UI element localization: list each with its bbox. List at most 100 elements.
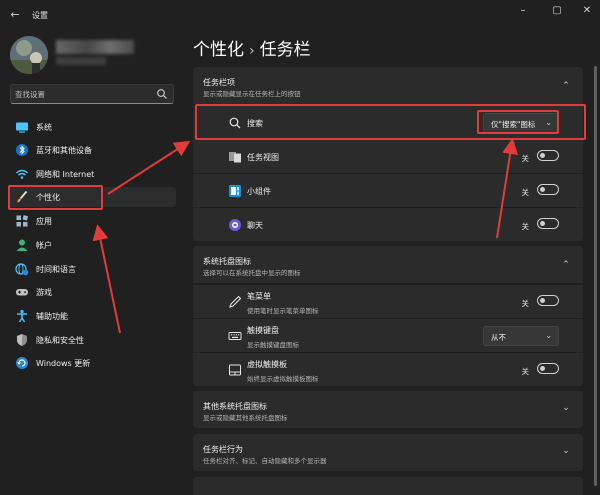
- widgets-toggle[interactable]: [537, 184, 559, 195]
- toggle-state-label: 关: [521, 188, 530, 197]
- section-partial: [193, 477, 583, 495]
- back-arrow-icon[interactable]: ←: [8, 8, 22, 22]
- person-icon: [16, 239, 28, 251]
- globe-clock-icon: [15, 263, 29, 276]
- sidebar-item-windows-update[interactable]: Windows 更新: [8, 353, 176, 373]
- chevron-up-icon[interactable]: ⌃: [561, 260, 571, 270]
- sidebar-item-label: Windows 更新: [36, 359, 91, 368]
- sidebar-item-network[interactable]: 网络和 Internet: [8, 164, 176, 184]
- row-label: 笔菜单: [247, 292, 271, 301]
- search-input[interactable]: [15, 88, 155, 100]
- toggle-state-label: 关: [521, 222, 530, 231]
- virtual-touchpad-toggle[interactable]: [537, 363, 559, 374]
- dropdown-value: 从不: [491, 333, 506, 342]
- row-virtual-touchpad: 虚拟触摸板 始终显示虚拟触摸板图标 关: [193, 352, 583, 386]
- sidebar-item-accessibility[interactable]: 辅助功能: [8, 306, 176, 326]
- section-taskbar-items[interactable]: 任务栏项 显示或隐藏显示在任务栏上的按钮 ⌃: [193, 67, 583, 104]
- chevron-down-icon: ⌄: [545, 331, 552, 340]
- keyboard-icon: [228, 332, 242, 340]
- dropdown-value: 仅"搜索"图标: [491, 120, 536, 129]
- section-subtitle: 选择可以在系统托盘中显示的图标: [203, 269, 301, 277]
- sidebar-item-label: 应用: [36, 217, 52, 226]
- breadcrumb-parent[interactable]: 个性化: [193, 40, 244, 60]
- section-title: 其他系统托盘图标: [203, 402, 267, 411]
- sidebar-item-privacy[interactable]: 隐私和安全性: [8, 330, 176, 350]
- touch-keyboard-dropdown[interactable]: 从不 ⌄: [483, 326, 559, 346]
- chevron-down-icon[interactable]: ⌄: [561, 446, 571, 456]
- sidebar-item-accounts[interactable]: 帐户: [8, 235, 176, 255]
- brush-icon: [17, 190, 28, 203]
- pen-menu-toggle[interactable]: [537, 295, 559, 306]
- gamepad-icon: [16, 289, 28, 296]
- scrollbar[interactable]: [594, 66, 597, 486]
- section-subtitle: 任务栏对齐、标记、自动隐藏和多个显示器: [203, 457, 327, 465]
- sidebar-item-label: 系统: [36, 123, 52, 132]
- toggle-state-label: 关: [521, 299, 530, 308]
- section-tray-icons[interactable]: 系统托盘图标 选择可以在系统托盘中显示的图标 ⌃: [193, 246, 583, 283]
- avatar[interactable]: [10, 36, 48, 74]
- apps-icon: [16, 215, 29, 227]
- sidebar-item-apps[interactable]: 应用: [8, 211, 176, 231]
- search-mode-dropdown[interactable]: 仅"搜索"图标 ⌄: [483, 113, 559, 133]
- section-subtitle: 显示或隐藏显示在任务栏上的按钮: [203, 90, 301, 98]
- row-pen-menu: 笔菜单 使用笔时显示笔菜单图标 关: [193, 284, 583, 318]
- section-taskbar-behaviors[interactable]: 任务栏行为 任务栏对齐、标记、自动隐藏和多个显示器 ⌄: [193, 434, 583, 471]
- app-title: 设置: [32, 11, 48, 20]
- chat-toggle[interactable]: [537, 218, 559, 229]
- pen-menu-toggle-wrap: 关: [499, 295, 559, 309]
- chat-toggle-wrap: 关: [499, 218, 559, 232]
- sidebar-item-gaming[interactable]: 游戏: [8, 282, 176, 302]
- chat-icon: [229, 219, 241, 231]
- avatar-image: [10, 36, 48, 74]
- section-subtitle: 显示或隐藏其他系统托盘图标: [203, 414, 288, 422]
- sidebar-item-label: 时间和语言: [36, 265, 76, 274]
- section-title: 系统托盘图标: [203, 257, 251, 266]
- row-label: 任务视图: [247, 153, 279, 162]
- section-title: 任务栏行为: [203, 445, 243, 454]
- chevron-down-icon: ⌄: [545, 118, 552, 127]
- task-view-icon: [229, 152, 241, 163]
- section-title: 任务栏项: [203, 78, 235, 87]
- sidebar-item-label: 隐私和安全性: [36, 336, 84, 345]
- chevron-down-icon[interactable]: ⌄: [561, 403, 571, 413]
- shield-icon: [17, 334, 27, 346]
- row-description: 始终显示虚拟触摸板图标: [247, 375, 319, 383]
- settings-search[interactable]: [10, 84, 174, 104]
- section-other-tray-icons[interactable]: 其他系统托盘图标 显示或隐藏其他系统托盘图标 ⌄: [193, 391, 583, 428]
- row-label: 虚拟触摸板: [247, 360, 287, 369]
- breadcrumb-separator: ›: [249, 43, 255, 59]
- search-icon[interactable]: [156, 88, 168, 100]
- close-icon[interactable]: ✕: [576, 4, 598, 18]
- touchpad-icon: [229, 364, 241, 376]
- sidebar-item-personalization[interactable]: 个性化: [8, 187, 176, 207]
- monitor-icon: [16, 122, 28, 133]
- row-label: 聊天: [247, 221, 263, 230]
- row-label: 搜索: [247, 119, 263, 128]
- task-view-toggle[interactable]: [537, 150, 559, 161]
- accessibility-icon: [17, 309, 27, 323]
- row-task-view: 任务视图 关: [193, 139, 583, 173]
- row-description: 使用笔时显示笔菜单图标: [247, 307, 319, 315]
- maximize-icon[interactable]: ▢: [546, 4, 568, 18]
- minimize-icon[interactable]: –: [512, 4, 534, 18]
- row-label: 触摸键盘: [247, 326, 279, 335]
- wifi-icon: [15, 169, 29, 179]
- toggle-state-label: 关: [521, 154, 530, 163]
- toggle-state-label: 关: [521, 367, 530, 376]
- row-widgets: 小组件 关: [193, 173, 583, 207]
- sidebar: 系统 蓝牙和其他设备 网络和 Internet 个性化 应用 帐户 时间和语言 …: [0, 30, 186, 495]
- title-bar: ← 设置 – ▢ ✕: [0, 0, 600, 30]
- row-chat: 聊天 关: [193, 207, 583, 241]
- widgets-icon: [229, 185, 241, 197]
- sidebar-item-system[interactable]: 系统: [8, 117, 176, 137]
- sidebar-item-label: 网络和 Internet: [36, 170, 95, 179]
- sidebar-item-label: 蓝牙和其他设备: [36, 146, 92, 155]
- sidebar-item-label: 游戏: [36, 288, 52, 297]
- breadcrumb: 个性化 › 任务栏: [193, 35, 311, 60]
- username-redacted: [56, 40, 134, 54]
- chevron-up-icon[interactable]: ⌃: [561, 81, 571, 91]
- sidebar-item-time-language[interactable]: 时间和语言: [8, 259, 176, 279]
- widgets-toggle-wrap: 关: [499, 184, 559, 198]
- sidebar-item-label: 辅助功能: [36, 312, 68, 321]
- sidebar-item-bluetooth[interactable]: 蓝牙和其他设备: [8, 140, 176, 160]
